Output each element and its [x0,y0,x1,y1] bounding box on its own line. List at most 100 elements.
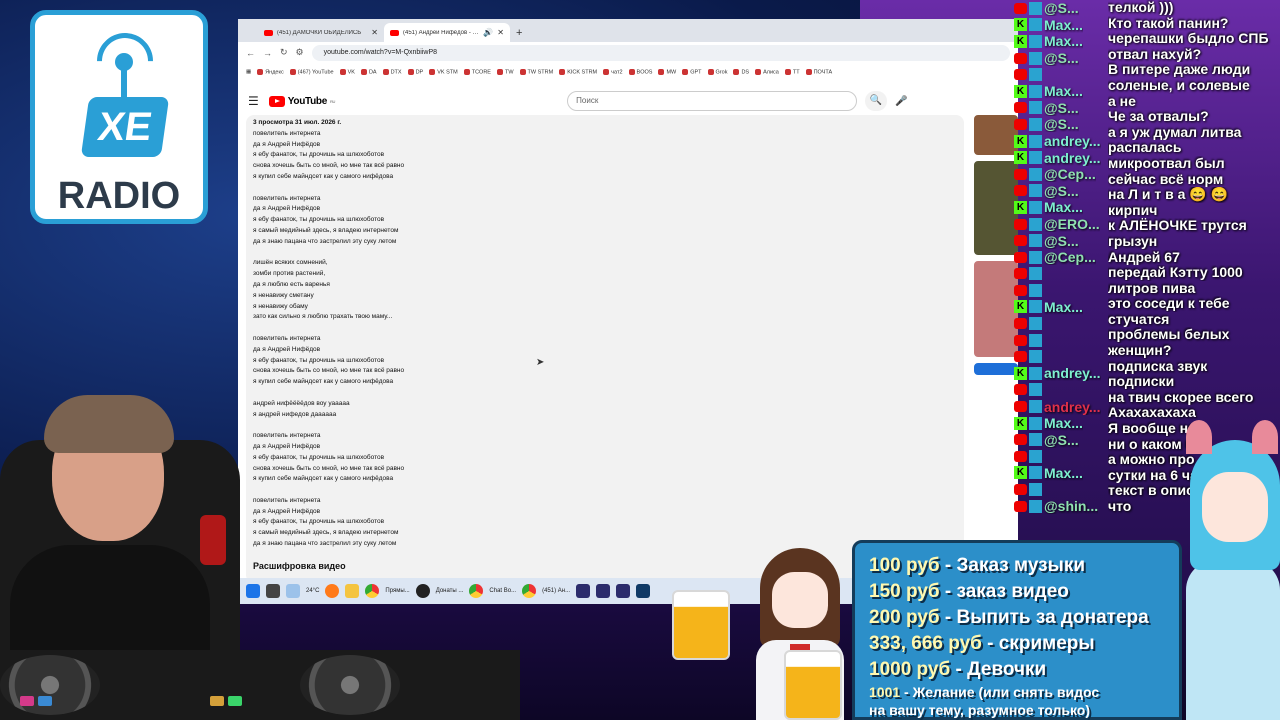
url-field[interactable]: youtube.com/watch?v=M-QxnbiiwP8 [311,44,1010,61]
youtube-logo[interactable]: YouTube RU [268,95,335,107]
vtuber-catgirl [1180,420,1280,720]
bookmark-item[interactable]: GPT [682,69,701,75]
folder-icon[interactable] [345,584,360,598]
chat-user-row: @Сер... [1014,166,1109,183]
bookmark-item[interactable]: TW STRM [520,69,554,75]
youtube-platform-icon [1014,450,1027,462]
price-amount: 150 руб [869,581,940,602]
chat-user-row: @S... [1014,431,1109,448]
youtube-platform-icon [1014,185,1027,197]
chat-message-line: черепашки быдло СПБ [1108,31,1269,47]
chat-message-line: Че за отвалы? [1108,109,1209,125]
radio-label: RADIO [57,175,181,217]
bookmark-item[interactable]: ПОЧТА [806,69,833,75]
recommendations-sidebar [974,115,1018,603]
taskbar-item-label[interactable]: Chat Bo... [489,588,516,594]
chat-username: andrey... [1044,398,1101,415]
bookmark-item[interactable]: DP [408,69,424,75]
mouse-cursor-icon: ➤ [536,357,545,368]
taskbar-item-label[interactable]: Донаты ... [436,588,464,594]
price-row: 100 руб - Заказ музыки [869,553,1179,579]
new-tab-button[interactable]: + [510,27,528,42]
start-icon[interactable] [246,584,260,598]
bookmark-item[interactable]: DS [733,69,749,75]
chat-message-line: передай Кэтту 1000 [1108,265,1243,281]
bookmark-item[interactable]: Яндекс [257,69,284,75]
price-amount: 1000 руб [869,659,951,680]
youtube-platform-icon [1014,118,1027,130]
bookmark-item[interactable]: TCORE [464,69,491,75]
video-thumbnail[interactable] [974,261,1018,357]
tab-nifedov[interactable]: (451) Андрей Нифёдов - YouTube 🔊 ✕ [384,23,510,42]
chat-user-row: Kandrey... [1014,365,1109,382]
user-badge-icon [1029,200,1042,214]
speaker-icon[interactable]: 🔊 [483,28,493,37]
bookmark-item[interactable]: TW [497,69,514,75]
bookmark-item[interactable]: VK [340,69,355,75]
reload-icon[interactable]: ↻ [280,47,288,58]
photoshop-icon[interactable] [636,584,651,598]
close-tab-icon[interactable]: ✕ [497,28,504,37]
kick-platform-icon: K [1014,300,1027,314]
chrome-icon[interactable] [522,584,537,598]
user-badge-icon [1029,499,1042,513]
bookmark-item[interactable]: KICK STRM [559,69,597,75]
lyrics-block: повелитель интернета да я Андрей Нифёдов… [253,334,405,386]
video-thumbnail[interactable] [974,161,1018,255]
tab-damochki[interactable]: (451) ДАМОЧКИ ОБИДЕЛИСЬ ✕ [258,23,384,42]
after-effects-icon[interactable] [616,584,631,598]
youtube-platform-icon [1014,401,1027,413]
forward-icon[interactable]: → [263,48,272,58]
youtube-platform-icon [1014,334,1027,346]
chat-user-row: @S... [1014,50,1109,67]
user-badge-icon [1029,333,1042,347]
back-icon[interactable]: ← [246,48,255,58]
lyrics-block: повелитель интернета да я Андрей Нифёдов… [253,432,405,483]
chat-username: @S... [1044,232,1079,249]
bookmark-item[interactable]: (467) YouTube [290,69,334,75]
premiere-icon[interactable] [576,584,591,598]
chat-user-row [1014,66,1109,83]
bookmark-item[interactable]: чат2 [603,69,622,75]
chrome-icon[interactable] [365,584,380,598]
user-badge-icon [1029,117,1042,131]
bookmark-item[interactable]: TT [785,69,800,75]
chat-username: Max... [1044,83,1083,100]
chrome-icon[interactable] [469,584,484,598]
chat-user-row: K Max... [1014,415,1109,432]
chat-user-row: K Max... [1014,465,1109,482]
chat-username: Max... [1044,33,1083,50]
chat-message-line: микроотвал был [1108,155,1225,171]
bookmark-item[interactable]: MW [658,69,676,75]
bookmark-item[interactable]: VK STM [429,69,457,75]
bookmark-item[interactable]: Grok [708,69,728,75]
close-tab-icon[interactable]: ✕ [371,28,378,37]
firefox-icon[interactable] [325,584,340,598]
task-view-icon[interactable] [266,584,280,598]
chip-button[interactable] [974,363,1018,375]
weather-icon[interactable] [286,584,300,598]
x-app-icon[interactable] [415,584,430,598]
bookmark-item[interactable]: DA [361,69,377,75]
taskbar-item-label[interactable]: Прямы... [385,588,409,594]
bookmark-item[interactable]: DTX [383,69,402,75]
chat-message-line: проблемы белых [1108,327,1230,343]
jog-wheel [0,655,100,715]
apps-icon[interactable]: ▦ [246,69,251,75]
bookmark-item[interactable]: BOOS [629,69,653,75]
site-info-icon[interactable]: ⚙ [296,47,304,58]
video-thumbnail[interactable] [974,115,1018,155]
search-icon[interactable]: 🔍 [865,91,888,111]
bookmark-item[interactable]: Алиса [755,69,779,75]
streamer-hair [44,395,174,453]
microphone-icon[interactable]: 🎤 [895,96,907,107]
taskbar-item-label[interactable]: (451) Ан... [542,588,570,594]
search-input[interactable]: Поиск [567,91,858,111]
menu-icon[interactable]: ☰ [248,94,259,108]
price-label: на вашу тему, разумное только) [869,702,1090,718]
chat-username: @Сер... [1044,249,1096,266]
user-badge-icon [1029,350,1042,364]
premiere-icon[interactable] [596,584,611,598]
chat-user-row [1014,348,1109,365]
vtuber-dress [1186,560,1280,720]
